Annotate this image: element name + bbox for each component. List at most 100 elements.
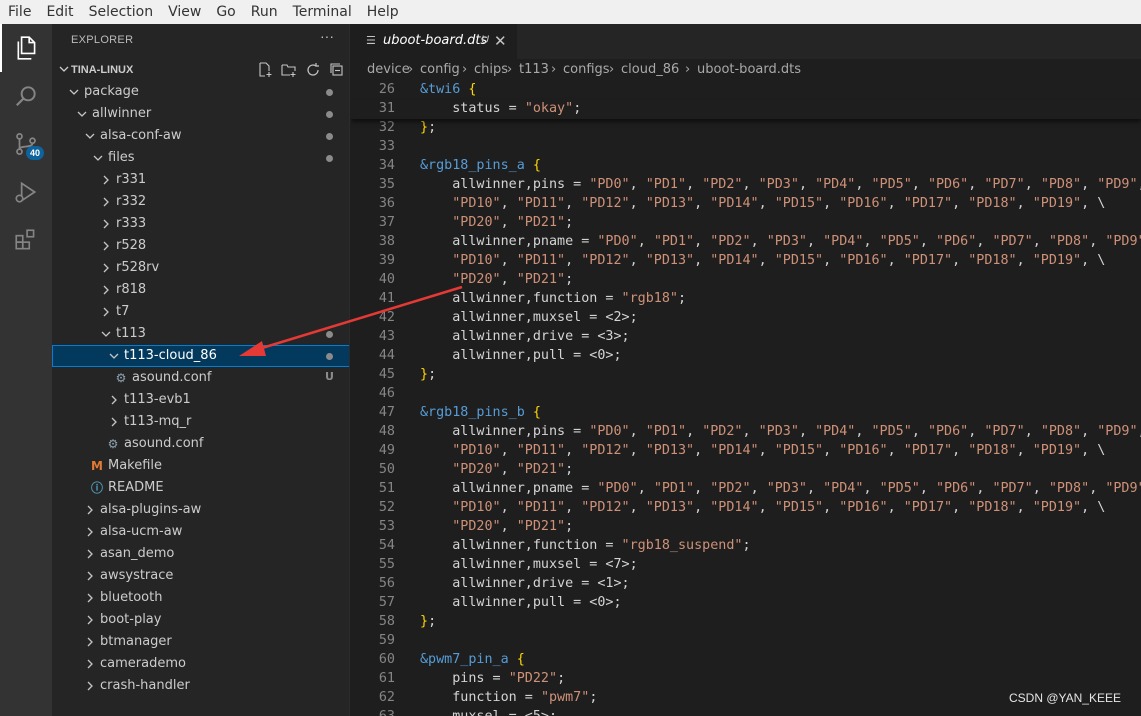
explorer-activity-button[interactable] — [0, 24, 52, 72]
line-number: 36 — [378, 196, 395, 211]
tree-item[interactable]: ⚙ asound.conf U — [52, 367, 349, 389]
chevron-right-icon — [87, 659, 93, 669]
chevron-down-icon — [77, 111, 87, 117]
code-line: 52 "PD10", "PD11", "PD12", "PD13", "PD14… — [351, 499, 1141, 518]
code-text: &twi6 { — [420, 82, 477, 97]
extensions-icon — [15, 229, 35, 250]
menu-help[interactable]: Help — [359, 0, 406, 24]
breadcrumb-item[interactable]: configs — [563, 62, 610, 77]
tree-item[interactable]: btmanager — [52, 631, 349, 653]
workspace-section-header[interactable]: TINA-LINUX — [52, 59, 349, 81]
code-text: allwinner,drive = <3>; — [420, 329, 630, 344]
tree-item[interactable]: M Makefile — [52, 455, 349, 477]
new-file-icon[interactable] — [257, 62, 273, 78]
menu-selection[interactable]: Selection — [81, 0, 161, 24]
menu-terminal[interactable]: Terminal — [285, 0, 359, 24]
tree-item[interactable]: ⓘ README — [52, 477, 349, 499]
breadcrumb-item[interactable]: uboot-board.dts — [697, 62, 801, 77]
breadcrumb-item[interactable]: device — [367, 62, 410, 77]
tree-item-label: alsa-plugins-aw — [100, 502, 202, 517]
code-text: }; — [420, 614, 437, 629]
close-icon[interactable]: ✕ — [494, 32, 507, 50]
menu-go[interactable]: Go — [208, 0, 242, 24]
gear-icon: ⚙ — [115, 371, 127, 385]
tree-item[interactable]: package — [52, 81, 349, 103]
menu-view[interactable]: View — [160, 0, 208, 24]
tree-item[interactable]: r333 — [52, 213, 349, 235]
code-text: &pwm7_pin_a { — [420, 652, 525, 667]
watermark: CSDN @YAN_KEEE — [1009, 691, 1121, 705]
tree-item[interactable]: awsystrace — [52, 565, 349, 587]
run-debug-activity-button[interactable] — [0, 168, 52, 216]
tree-item[interactable]: crash-handler — [52, 675, 349, 697]
tree-item[interactable]: t113 — [52, 323, 349, 345]
tree-item[interactable]: allwinner — [52, 103, 349, 125]
breadcrumb-item[interactable]: chips — [474, 62, 508, 77]
tree-item-label: alsa-conf-aw — [100, 128, 182, 143]
breadcrumb-item[interactable]: config — [420, 62, 460, 77]
menu-edit[interactable]: Edit — [38, 0, 80, 24]
tree-item[interactable]: alsa-conf-aw — [52, 125, 349, 147]
tree-item[interactable]: bluetooth — [52, 587, 349, 609]
tree-item[interactable]: alsa-ucm-aw — [52, 521, 349, 543]
tree-item-label: asound.conf — [124, 436, 204, 451]
tree-item[interactable]: camerademo — [52, 653, 349, 675]
line-number: 58 — [378, 614, 395, 629]
line-number: 44 — [378, 348, 395, 363]
activity-bar: 40 — [0, 24, 52, 716]
collapse-all-icon[interactable] — [329, 62, 345, 78]
new-folder-icon[interactable] — [281, 62, 297, 78]
search-activity-button[interactable] — [0, 72, 52, 120]
code-text: allwinner,function = "rgb18"; — [420, 291, 687, 306]
code-line: 60 &pwm7_pin_a { — [351, 651, 1141, 670]
line-number: 53 — [378, 519, 395, 534]
tree-item[interactable]: t113-mq_r — [52, 411, 349, 433]
tree-item[interactable]: r528 — [52, 235, 349, 257]
breadcrumb-separator: › — [408, 62, 414, 77]
code-text: allwinner,pins = "PD0", "PD1", "PD2", "P… — [420, 424, 1141, 439]
chevron-right-icon — [87, 549, 93, 559]
tree-item[interactable]: t113-cloud_86 — [52, 345, 349, 367]
more-actions-icon[interactable]: ··· — [320, 28, 334, 44]
refresh-icon[interactable] — [305, 62, 321, 78]
code-text: status = "okay"; — [420, 101, 582, 116]
chevron-right-icon — [103, 263, 109, 273]
menu-file[interactable]: File — [0, 0, 38, 24]
tree-item-label: allwinner — [92, 106, 152, 121]
chevron-down-icon — [69, 89, 79, 95]
breadcrumb-separator: › — [462, 62, 468, 77]
line-number: 62 — [378, 690, 395, 705]
tree-item-label: awsystrace — [100, 568, 174, 583]
tree-item[interactable]: alsa-plugins-aw — [52, 499, 349, 521]
tree-item[interactable]: r332 — [52, 191, 349, 213]
code-text: pins = "PD22"; — [420, 671, 566, 686]
tree-item-label: files — [108, 150, 135, 165]
code-editor[interactable]: 26 &twi6 {31 status = "okay"; 32}; 33 34 &rgb… — [351, 81, 1141, 716]
code-text: "PD10", "PD11", "PD12", "PD13", "PD14", … — [452, 253, 1106, 268]
code-line: 39 "PD10", "PD11", "PD12", "PD13", "PD14… — [351, 252, 1141, 271]
tab-uboot-board-dts[interactable]: ☰ uboot-board.dts U ✕ — [351, 24, 517, 59]
line-number: 54 — [378, 538, 395, 553]
code-text: allwinner,drive = <1>; — [420, 576, 630, 591]
menu-run[interactable]: Run — [243, 0, 285, 24]
tree-item-label: t113-evb1 — [124, 392, 191, 407]
breadcrumb-item[interactable]: t113 — [519, 62, 549, 77]
tree-item[interactable]: t113-evb1 — [52, 389, 349, 411]
tree-item[interactable]: files — [52, 147, 349, 169]
extensions-activity-button[interactable] — [0, 216, 52, 264]
tree-item[interactable]: t7 — [52, 301, 349, 323]
tree-item[interactable]: asan_demo — [52, 543, 349, 565]
source-control-activity-button[interactable]: 40 — [0, 120, 52, 168]
tree-item-label: package — [84, 84, 139, 99]
breadcrumb-item[interactable]: cloud_86 — [621, 62, 679, 77]
tree-item[interactable]: r528rv — [52, 257, 349, 279]
line-number: 48 — [378, 424, 395, 439]
info-icon: ⓘ — [90, 481, 103, 495]
tree-item[interactable]: r331 — [52, 169, 349, 191]
tree-item[interactable]: boot-play — [52, 609, 349, 631]
code-line: 31 status = "okay"; — [351, 100, 1141, 119]
tree-item-label: boot-play — [100, 612, 162, 627]
tree-item[interactable]: r818 — [52, 279, 349, 301]
tree-item[interactable]: ⚙ asound.conf — [52, 433, 349, 455]
line-number: 50 — [378, 462, 395, 477]
